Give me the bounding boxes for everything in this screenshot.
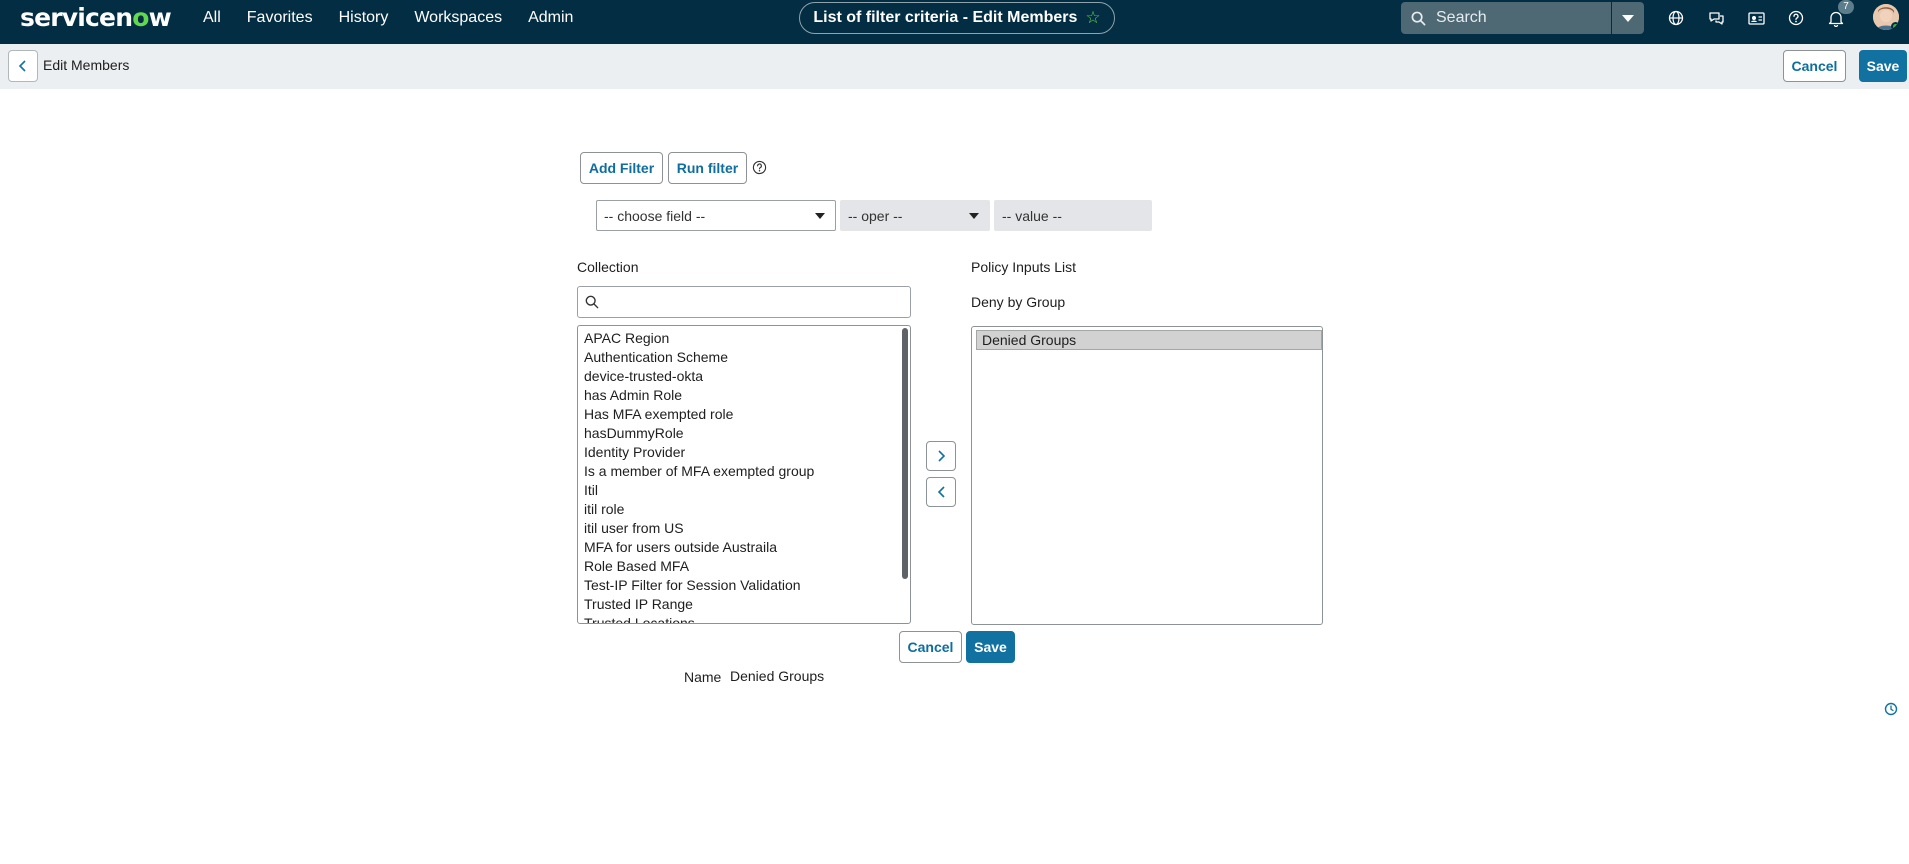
list-item[interactable]: Role Based MFA	[578, 557, 910, 576]
chevron-down-icon	[1622, 14, 1634, 22]
operator-select[interactable]: -- oper --	[840, 200, 990, 231]
menu-all[interactable]: All	[203, 9, 221, 27]
collection-listbox[interactable]: APAC Region Authentication Scheme device…	[577, 325, 911, 624]
list-item[interactable]: has Admin Role	[578, 386, 910, 405]
chevron-down-icon	[815, 213, 825, 219]
policy-inputs-listbox[interactable]: Denied Groups	[971, 326, 1323, 625]
chevron-down-icon	[969, 213, 979, 219]
search-scope-dropdown[interactable]	[1612, 2, 1644, 34]
listbox-scrollbar[interactable]	[902, 328, 908, 579]
add-to-list-button[interactable]	[926, 441, 956, 471]
save-button[interactable]: Save	[966, 631, 1015, 663]
main-menu: All Favorites History Workspaces Admin	[203, 0, 599, 36]
help-icon[interactable]	[1786, 8, 1806, 28]
list-item[interactable]: Is a member of MFA exempted group	[578, 462, 910, 481]
menu-admin[interactable]: Admin	[528, 9, 573, 27]
page-title-pill[interactable]: List of filter criteria - Edit Members ☆	[799, 2, 1115, 34]
menu-favorites[interactable]: Favorites	[247, 9, 313, 27]
globe-icon[interactable]	[1666, 8, 1686, 28]
header-save-button[interactable]: Save	[1859, 50, 1907, 82]
search-icon	[1411, 11, 1426, 25]
policy-inputs-label: Policy Inputs List	[971, 259, 1077, 275]
presence-indicator	[1891, 22, 1899, 30]
response-time-clock-icon[interactable]	[1884, 702, 1898, 721]
selected-list-item[interactable]: Denied Groups	[976, 330, 1322, 350]
list-item[interactable]: device-trusted-okta	[578, 367, 910, 386]
back-button[interactable]	[8, 50, 38, 82]
impersonate-icon[interactable]	[1746, 8, 1766, 28]
policy-group-label: Deny by Group	[971, 294, 1066, 310]
add-filter-button[interactable]: Add Filter	[580, 152, 663, 184]
search-placeholder: Search	[1436, 9, 1487, 26]
menu-history[interactable]: History	[339, 9, 389, 27]
collection-label: Collection	[577, 259, 639, 275]
list-item[interactable]: Itil	[578, 481, 910, 500]
header-cancel-button[interactable]: Cancel	[1783, 50, 1846, 82]
form-header-bar: Edit Members Cancel Save	[0, 44, 1909, 89]
name-field-value: Denied Groups	[730, 668, 825, 684]
search-icon	[585, 295, 599, 309]
top-navigation-bar: servicenow All Favorites History Workspa…	[0, 0, 1909, 44]
chevron-left-icon	[18, 60, 26, 72]
list-item[interactable]: MFA for users outside Austraila	[578, 538, 910, 557]
list-item[interactable]: Test-IP Filter for Session Validation	[578, 576, 910, 595]
list-item[interactable]: APAC Region	[578, 329, 910, 348]
user-avatar[interactable]	[1873, 4, 1899, 30]
notification-count-badge: 7	[1838, 0, 1854, 14]
chevron-right-icon	[937, 450, 945, 462]
servicenow-logo[interactable]: servicenow	[20, 3, 172, 32]
list-item[interactable]: Trusted Locations	[578, 614, 910, 623]
form-title: Edit Members	[43, 57, 130, 73]
list-item[interactable]: Identity Provider	[578, 443, 910, 462]
list-item[interactable]: itil role	[578, 500, 910, 519]
list-item[interactable]: Trusted IP Range	[578, 595, 910, 614]
collection-search-input[interactable]	[577, 286, 911, 318]
filter-help-icon[interactable]	[752, 160, 767, 180]
remove-from-list-button[interactable]	[926, 477, 956, 507]
name-field-label: Name	[684, 669, 722, 685]
chevron-left-icon	[937, 486, 945, 498]
value-input[interactable]: -- value --	[994, 200, 1152, 231]
page-title: List of filter criteria - Edit Members	[813, 9, 1078, 26]
value-placeholder: -- value --	[1002, 207, 1062, 224]
operator-value: -- oper --	[848, 207, 903, 224]
chat-icon[interactable]	[1706, 8, 1726, 28]
list-item[interactable]: hasDummyRole	[578, 424, 910, 443]
global-search-input[interactable]: Search	[1401, 2, 1611, 34]
choose-field-value: -- choose field --	[604, 207, 706, 224]
choose-field-select[interactable]: -- choose field --	[596, 200, 836, 231]
list-item[interactable]: Has MFA exempted role	[578, 405, 910, 424]
cancel-button[interactable]: Cancel	[899, 631, 962, 663]
favorite-star-icon[interactable]: ☆	[1085, 8, 1100, 28]
list-item[interactable]: itil user from US	[578, 519, 910, 538]
list-item[interactable]: Authentication Scheme	[578, 348, 910, 367]
run-filter-button[interactable]: Run filter	[668, 152, 747, 184]
menu-workspaces[interactable]: Workspaces	[414, 9, 502, 27]
